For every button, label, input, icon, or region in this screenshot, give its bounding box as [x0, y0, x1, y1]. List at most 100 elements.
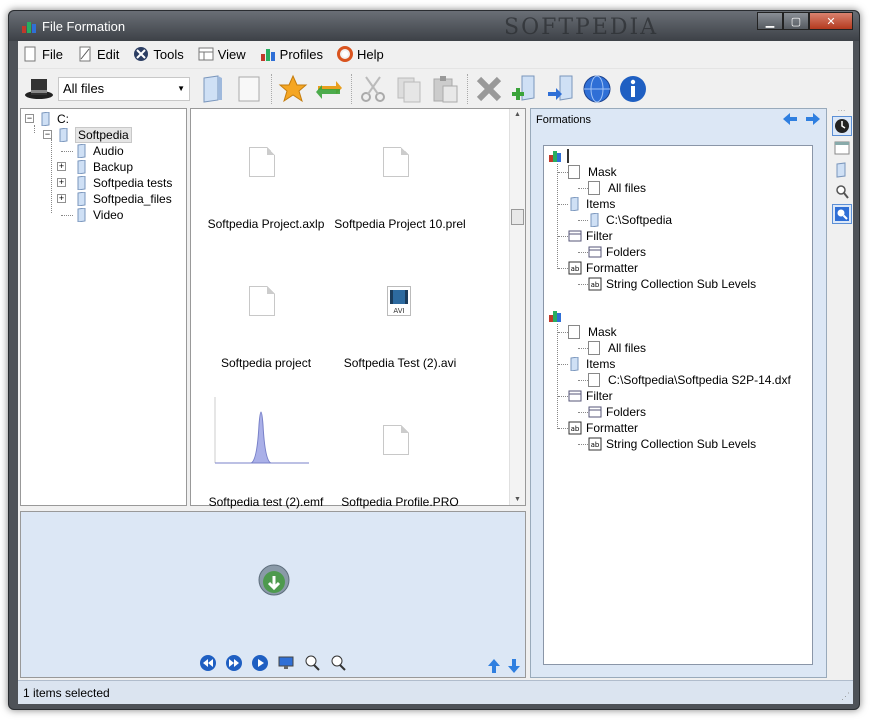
- expand-icon[interactable]: +: [57, 194, 66, 203]
- favorite-button[interactable]: [276, 72, 310, 106]
- file-item[interactable]: Softpedia Project.axlp: [191, 135, 341, 255]
- tree-item-label: Softpedia tests: [93, 176, 173, 190]
- rewind-icon[interactable]: [199, 654, 217, 672]
- delete-button[interactable]: [472, 72, 506, 106]
- scroll-up-icon[interactable]: ▲: [510, 111, 525, 118]
- mask-icon: [568, 165, 580, 179]
- web-button[interactable]: [580, 72, 614, 106]
- formation-root[interactable]: [548, 148, 569, 164]
- new-document-button[interactable]: [232, 72, 266, 106]
- fast-forward-icon[interactable]: [225, 654, 243, 672]
- collapse-icon[interactable]: −: [43, 130, 52, 139]
- history-button[interactable]: [831, 116, 852, 136]
- arrow-left-icon[interactable]: [782, 112, 798, 126]
- zoom-out-icon[interactable]: [329, 654, 347, 672]
- menu-edit[interactable]: Edit: [77, 46, 119, 62]
- file-item[interactable]: Softpedia Project 10.prel: [325, 135, 475, 255]
- refresh-button[interactable]: [312, 72, 346, 106]
- tree-node-video[interactable]: Video: [61, 207, 123, 223]
- resize-grip-icon[interactable]: ⋰: [841, 691, 850, 702]
- mask-label: Mask: [588, 325, 617, 339]
- formation-mask-node[interactable]: Mask: [558, 164, 617, 180]
- file-filter-value: All files: [63, 81, 105, 96]
- file-item[interactable]: Softpedia project: [191, 274, 341, 394]
- formation-filter-value[interactable]: Folders: [578, 404, 646, 420]
- client-area: File Edit Tools View Profiles Help All f…: [18, 41, 853, 704]
- search-button[interactable]: [831, 204, 852, 224]
- file-filter-select[interactable]: All files ▼: [58, 76, 190, 101]
- tree-node-softpedia[interactable]: − Softpedia: [43, 127, 132, 143]
- arrow-up-icon[interactable]: [487, 658, 501, 674]
- menu-file-label: File: [42, 46, 63, 62]
- tree-node-softpedia-files[interactable]: + Softpedia_files: [57, 191, 172, 207]
- close-button[interactable]: ✕: [809, 12, 853, 30]
- collapse-icon[interactable]: −: [25, 114, 34, 123]
- menu-view[interactable]: View: [198, 46, 246, 62]
- tree-node-root[interactable]: − C:: [25, 111, 69, 127]
- maximize-button[interactable]: ▢: [783, 12, 809, 30]
- globe-icon: [583, 75, 611, 102]
- tree-node-backup[interactable]: + Backup: [57, 159, 133, 175]
- formation-filter-node[interactable]: Filter: [558, 388, 613, 404]
- formation-items-node[interactable]: Items: [558, 356, 615, 372]
- formation-mask-value[interactable]: All files: [578, 340, 646, 356]
- delete-x-icon: [476, 76, 502, 101]
- formation-filter-node[interactable]: Filter: [558, 228, 613, 244]
- cut-button[interactable]: [356, 72, 390, 106]
- open-folder-button[interactable]: [196, 72, 230, 106]
- menu-tools[interactable]: Tools: [133, 46, 184, 62]
- monitor-icon[interactable]: [277, 654, 295, 672]
- arrow-right-icon[interactable]: [805, 112, 821, 126]
- formation-filter-value[interactable]: Folders: [578, 244, 646, 260]
- tree-node-softpedia-tests[interactable]: + Softpedia tests: [57, 175, 173, 191]
- zoom-in-icon[interactable]: [303, 654, 321, 672]
- info-button[interactable]: [616, 72, 650, 106]
- menu-help[interactable]: Help: [337, 46, 384, 62]
- info-icon: [620, 75, 646, 102]
- tree-node-audio[interactable]: Audio: [61, 143, 124, 159]
- menu-profiles[interactable]: Profiles: [260, 46, 323, 62]
- formation-items-value[interactable]: C:\Softpedia: [578, 212, 672, 228]
- paste-button[interactable]: [428, 72, 462, 106]
- copy-button[interactable]: [392, 72, 426, 106]
- formatter-icon: ab: [568, 261, 582, 275]
- import-icon[interactable]: [258, 564, 290, 596]
- formation-formatter-value[interactable]: ab String Collection Sub Levels: [578, 436, 756, 452]
- vertical-scrollbar[interactable]: ▲ ▼: [509, 109, 525, 505]
- arrow-down-icon[interactable]: [507, 658, 521, 674]
- formation-mask-node[interactable]: Mask: [558, 324, 617, 340]
- title-bar[interactable]: SOFTPEDIA File Formation ▁ ▢ ✕: [9, 11, 859, 41]
- add-item-button[interactable]: [508, 72, 542, 106]
- svg-text:ab: ab: [571, 265, 580, 273]
- expand-icon[interactable]: +: [57, 178, 66, 187]
- play-icon[interactable]: [251, 654, 269, 672]
- side-toolbar: ···: [830, 107, 853, 678]
- formation-mask-value[interactable]: All files: [578, 180, 646, 196]
- formatter-icon: ab: [588, 277, 602, 291]
- formation-formatter-node[interactable]: ab Formatter: [558, 260, 638, 276]
- formation-items-node[interactable]: Items: [558, 196, 615, 212]
- magic-hat-button[interactable]: [22, 72, 56, 106]
- formation-items-value[interactable]: C:\Softpedia\Softpedia S2P-14.dxf: [578, 372, 791, 388]
- watermark: SOFTPEDIA: [504, 15, 659, 40]
- move-item-button[interactable]: [544, 72, 578, 106]
- menu-file[interactable]: File: [22, 46, 63, 62]
- scroll-thumb[interactable]: [511, 209, 524, 225]
- profiles-icon: [549, 151, 561, 162]
- profiles-icon: [549, 311, 561, 322]
- folder-icon: [570, 357, 579, 371]
- formation-root[interactable]: [548, 308, 566, 324]
- folder-icon: [77, 176, 86, 190]
- find-button[interactable]: [832, 182, 852, 202]
- formation-formatter-node[interactable]: ab Formatter: [558, 420, 638, 436]
- formation-formatter-value[interactable]: ab String Collection Sub Levels: [578, 276, 756, 292]
- expand-icon[interactable]: +: [57, 162, 66, 171]
- scroll-down-icon[interactable]: ▼: [510, 496, 525, 503]
- folder-icon: [590, 213, 599, 227]
- calendar-button[interactable]: [832, 138, 852, 158]
- file-name: Softpedia Profile.PRO: [341, 495, 459, 509]
- minimize-button[interactable]: ▁: [757, 12, 783, 30]
- file-item[interactable]: AVI Softpedia Test (2).avi: [325, 274, 475, 394]
- folders-button[interactable]: [832, 160, 852, 180]
- document-icon: [383, 147, 409, 177]
